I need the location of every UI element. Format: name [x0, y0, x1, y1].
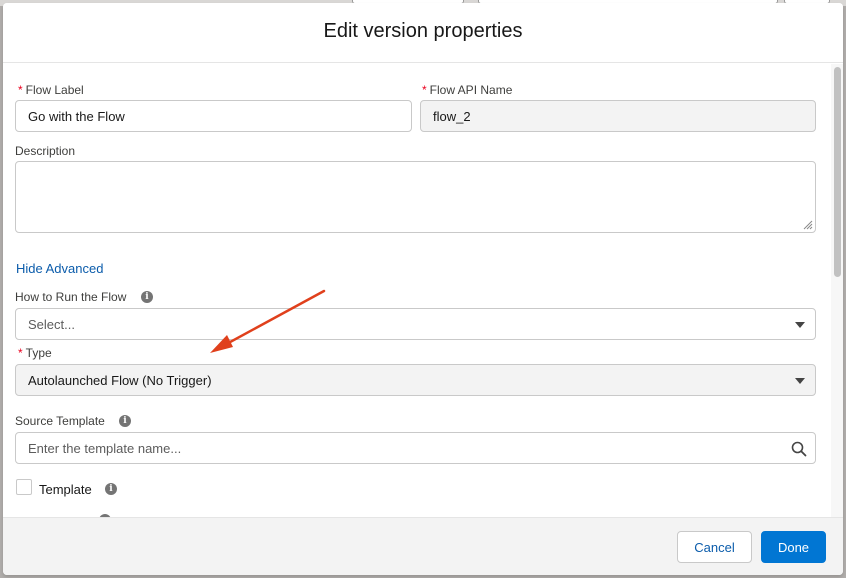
done-button[interactable]: Done: [761, 531, 826, 563]
source-template-placeholder: Enter the template name...: [28, 440, 182, 456]
modal-body: * Flow Label Go with the Flow * Flow API N…: [3, 64, 843, 517]
flow-api-name-label: * Flow API Name: [422, 83, 513, 97]
cut-off-field-label: [17, 510, 97, 517]
description-textarea[interactable]: [15, 161, 816, 233]
chevron-down-icon: [795, 322, 805, 328]
modal-footer: Cancel Done: [3, 517, 843, 575]
flow-label-input[interactable]: Go with the Flow: [15, 100, 412, 132]
chevron-down-icon: [795, 378, 805, 384]
required-marker: *: [422, 83, 427, 97]
required-marker: *: [18, 83, 23, 97]
type-select[interactable]: Autolaunched Flow (No Trigger): [15, 364, 816, 396]
modal-title: Edit version properties: [323, 19, 523, 42]
source-template-search-input[interactable]: Enter the template name...: [15, 432, 816, 464]
flow-api-name-input[interactable]: flow_2: [420, 100, 816, 132]
resize-grip-icon[interactable]: [803, 220, 813, 230]
scrollbar-thumb[interactable]: [834, 67, 841, 277]
required-marker: *: [18, 346, 23, 360]
template-label: Template: [39, 482, 92, 497]
modal-scrollbar[interactable]: [831, 64, 843, 517]
source-template-label: Source Template: [15, 414, 105, 428]
cancel-button[interactable]: Cancel: [677, 531, 752, 563]
info-icon[interactable]: i: [141, 291, 153, 303]
info-icon[interactable]: i: [119, 415, 131, 427]
type-value: Autolaunched Flow (No Trigger): [28, 372, 212, 388]
how-to-run-label: How to Run the Flow: [15, 290, 127, 304]
search-icon[interactable]: [791, 441, 807, 457]
type-label: * Type: [18, 346, 52, 360]
flow-label-label: * Flow Label: [18, 83, 84, 97]
hide-advanced-link[interactable]: Hide Advanced: [16, 261, 103, 276]
template-checkbox[interactable]: [16, 479, 32, 495]
modal-header: Edit version properties: [3, 3, 843, 63]
info-icon[interactable]: i: [105, 483, 117, 495]
edit-version-modal: Edit version properties * Flow Label Go w…: [3, 3, 843, 575]
description-label: Description: [15, 144, 76, 158]
how-to-run-value: Select...: [28, 316, 75, 332]
how-to-run-select[interactable]: Select...: [15, 308, 816, 340]
